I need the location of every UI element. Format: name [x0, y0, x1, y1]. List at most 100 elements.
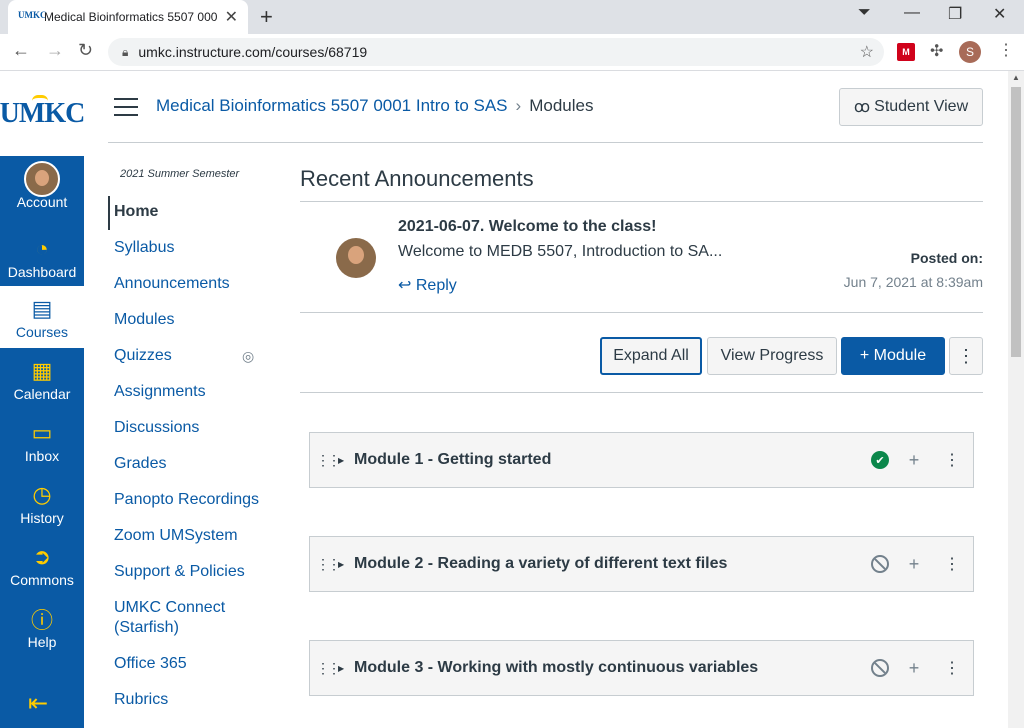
announcement-author-avatar[interactable]	[336, 238, 376, 278]
extension-icon[interactable]: M	[897, 43, 915, 61]
global-nav-inbox[interactable]: ▭ Inbox	[0, 410, 84, 472]
glasses-icon: ꝏ	[853, 99, 871, 116]
umkc-logo[interactable]: UMKC	[0, 71, 85, 156]
course-nav-zoom[interactable]: Zoom UMSystem	[114, 526, 238, 546]
drag-handle-icon[interactable]: ⋮⋮	[310, 660, 341, 677]
global-nav-label: History	[20, 510, 64, 526]
breadcrumb-current: Modules	[529, 96, 594, 115]
reply-label: Reply	[415, 277, 457, 294]
global-nav-history[interactable]: ◷ History	[0, 472, 84, 534]
new-tab-icon[interactable]: +	[260, 4, 273, 30]
profile-avatar[interactable]: S	[959, 41, 981, 63]
course-nav-office365[interactable]: Office 365	[114, 654, 187, 674]
book-icon: ▤	[31, 296, 53, 321]
umkc-favicon-icon: UMKC	[18, 10, 47, 20]
reply-link[interactable]: ↩ Reply	[398, 275, 457, 295]
breadcrumb-course-link[interactable]: Medical Bioinformatics 5507 0001 Intro t…	[156, 96, 508, 116]
course-menu-toggle-icon[interactable]	[114, 98, 138, 116]
url-field[interactable]: 🔒︎ umkc.instructure.com/courses/68719 ☆	[108, 38, 884, 66]
hidden-eye-icon: ◎	[242, 348, 255, 364]
scrollbar-thumb[interactable]	[1011, 87, 1021, 357]
global-nav-help[interactable]: ⓘ Help	[0, 596, 84, 658]
expand-caret-icon[interactable]: ▶	[338, 664, 352, 673]
course-nav-panopto[interactable]: Panopto Recordings	[114, 490, 259, 510]
view-progress-button[interactable]: View Progress	[707, 337, 837, 375]
add-item-icon[interactable]: +	[905, 450, 923, 471]
global-nav-dashboard[interactable]: ◔ Dashboard	[0, 226, 84, 288]
lock-icon: 🔒︎	[122, 44, 129, 59]
reload-icon[interactable]: ↻	[78, 40, 93, 61]
module-header[interactable]: ⋮⋮ ▶ Module 2 - Reading a variety of dif…	[309, 536, 974, 592]
back-icon[interactable]: ←	[12, 40, 30, 61]
add-module-button[interactable]: + Module	[841, 337, 945, 375]
module-name[interactable]: Module 3 - Working with mostly continuou…	[352, 659, 871, 677]
add-item-icon[interactable]: +	[905, 658, 923, 679]
calendar-icon: ▦	[31, 358, 53, 383]
page-scrollbar[interactable]: ▲	[1008, 71, 1024, 728]
bookmark-star-icon[interactable]: ☆	[860, 42, 874, 62]
tab-search-icon[interactable]: ⏷	[858, 4, 871, 22]
minimize-icon[interactable]: —	[904, 4, 920, 22]
collapse-nav-icon[interactable]: ⇤	[28, 689, 48, 718]
window-close-icon[interactable]: ✕	[993, 4, 1006, 24]
global-nav-label: Inbox	[24, 448, 60, 464]
global-nav-courses[interactable]: ▤ Courses	[0, 286, 84, 348]
course-nav-announcements[interactable]: Announcements	[114, 274, 230, 294]
extensions-puzzle-icon[interactable]: ✣	[930, 41, 943, 61]
divider	[300, 201, 983, 202]
inbox-icon: ▭	[31, 420, 53, 445]
course-nav-grades[interactable]: Grades	[114, 454, 166, 474]
global-nav-calendar[interactable]: ▦ Calendar	[0, 348, 84, 410]
global-nav-label: Calendar	[13, 386, 71, 402]
course-nav-modules[interactable]: Modules	[114, 310, 174, 330]
address-bar-row: ← → ↻ 🔒︎ umkc.instructure.com/courses/68…	[0, 34, 1024, 71]
drag-handle-icon[interactable]: ⋮⋮	[310, 556, 341, 573]
not-started-icon	[871, 659, 889, 677]
module-header[interactable]: ⋮⋮ ▶ Module 3 - Working with mostly cont…	[309, 640, 974, 696]
module-options-kebab-icon[interactable]: ⋮	[943, 554, 961, 574]
expand-caret-icon[interactable]: ▶	[338, 560, 352, 569]
add-item-icon[interactable]: +	[905, 554, 923, 575]
course-nav-umkc-connect[interactable]: UMKC Connect (Starfish)	[114, 598, 264, 638]
course-nav-discussions[interactable]: Discussions	[114, 418, 199, 438]
posted-on-label: Posted on:	[910, 250, 983, 266]
global-nav-label: Courses	[15, 324, 69, 340]
tab-close-icon[interactable]: ✕	[225, 7, 238, 27]
expand-caret-icon[interactable]: ▶	[338, 456, 352, 465]
announcement-title[interactable]: 2021-06-07. Welcome to the class!	[398, 218, 657, 236]
expand-all-button[interactable]: Expand All	[600, 337, 702, 375]
global-nav-account[interactable]: Account	[0, 156, 84, 218]
module-name[interactable]: Module 1 - Getting started	[352, 451, 871, 469]
scroll-up-icon[interactable]: ▲	[1012, 73, 1020, 82]
course-nav-rubrics[interactable]: Rubrics	[114, 690, 168, 710]
posted-date: Jun 7, 2021 at 8:39am	[843, 274, 983, 290]
breadcrumb: Medical Bioinformatics 5507 0001 Intro t…	[156, 96, 593, 116]
completed-check-icon: ✔	[871, 451, 889, 469]
global-nav-label: Dashboard	[7, 264, 77, 280]
term-label: 2021 Summer Semester	[120, 168, 240, 180]
recent-announcements-heading: Recent Announcements	[300, 166, 534, 191]
active-indicator	[108, 196, 110, 230]
module-options-kebab-icon[interactable]: ⋮	[943, 450, 961, 470]
module-options-kebab-icon[interactable]: ⋮	[943, 658, 961, 678]
course-nav-home[interactable]: Home	[114, 202, 158, 222]
course-nav-syllabus[interactable]: Syllabus	[114, 238, 174, 258]
student-view-label: Student View	[874, 98, 969, 115]
breadcrumb-separator-icon: ›	[515, 96, 522, 115]
not-started-icon	[871, 555, 889, 573]
browser-menu-icon[interactable]: ⋮	[998, 40, 1014, 60]
course-nav-quizzes[interactable]: Quizzes	[114, 346, 172, 366]
student-view-button[interactable]: ꝏ Student View	[839, 88, 983, 126]
drag-handle-icon[interactable]: ⋮⋮	[310, 452, 341, 469]
course-nav-assignments[interactable]: Assignments	[114, 382, 206, 402]
browser-tab[interactable]: UMKC Medical Bioinformatics 5507 000 ✕	[8, 0, 248, 34]
global-nav-label: Commons	[10, 572, 74, 588]
module-header[interactable]: ⋮⋮ ▶ Module 1 - Getting started ✔ + ⋮	[309, 432, 974, 488]
forward-icon[interactable]: →	[46, 40, 64, 61]
clock-icon: ◷	[32, 482, 52, 507]
module-name[interactable]: Module 2 - Reading a variety of differen…	[352, 555, 871, 573]
more-options-kebab-icon[interactable]: ⋮	[949, 337, 983, 375]
restore-icon[interactable]: ❐	[948, 4, 962, 24]
global-nav-commons[interactable]: ➲ Commons	[0, 534, 84, 596]
course-nav-support[interactable]: Support & Policies	[114, 562, 245, 582]
